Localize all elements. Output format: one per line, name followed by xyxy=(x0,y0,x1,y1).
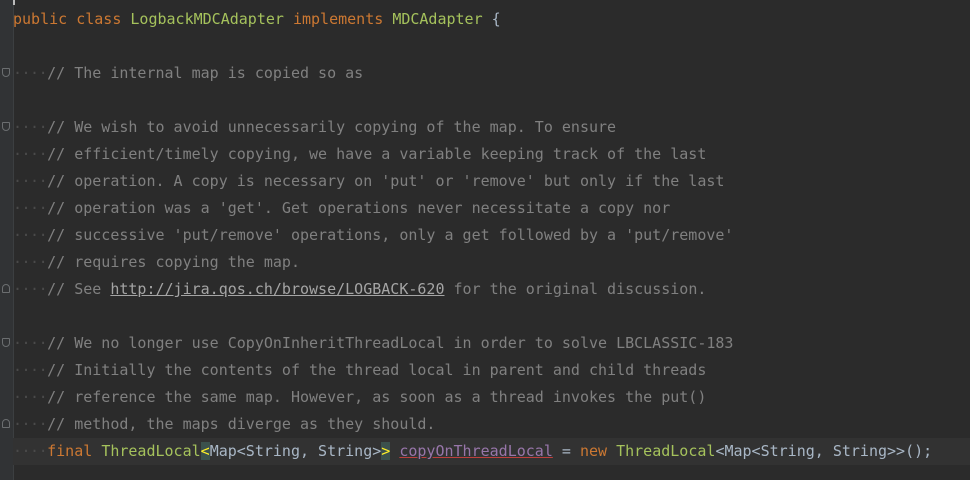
editor-gutter xyxy=(0,0,14,480)
generic-type-args-new: <Map<String, String>> xyxy=(715,442,906,460)
indent-guide: ···· xyxy=(13,442,48,460)
indent-guide: ···· xyxy=(13,226,48,244)
code-line-comment-see[interactable]: ····// See http://jira.qos.ch/browse/LOG… xyxy=(13,276,970,303)
type-threadlocal-new: ThreadLocal xyxy=(616,442,716,460)
fold-marker-icon[interactable] xyxy=(2,419,10,428)
comment-text: // We wish to avoid unnecessarily copyin… xyxy=(47,118,617,136)
code-line-comment[interactable]: ····// reference the same map. However, … xyxy=(13,384,970,411)
statement-tail: (); xyxy=(905,442,933,460)
keyword-final: final xyxy=(47,442,93,460)
indent-guide: ···· xyxy=(13,64,48,82)
code-line-comment[interactable]: ····// We wish to avoid unnecessarily co… xyxy=(13,114,970,141)
code-line-comment[interactable]: ····// efficient/timely copying, we have… xyxy=(13,141,970,168)
comment-text: // efficient/timely copying, we have a v… xyxy=(47,145,707,163)
code-line-comment[interactable]: ····// We no longer use CopyOnInheritThr… xyxy=(13,330,970,357)
code-line-comment[interactable]: ····// operation. A copy is necessary on… xyxy=(13,168,970,195)
keyword-implements: implements xyxy=(292,10,384,28)
keyword-public: public xyxy=(13,10,68,28)
fold-marker-icon[interactable] xyxy=(2,68,10,77)
matched-bracket-close: > xyxy=(381,442,391,460)
comment-url-link[interactable]: http://jira.qos.ch/browse/LOGBACK-620 xyxy=(110,280,444,298)
code-line-field-declaration[interactable]: ····final ThreadLocal<Map<String, String… xyxy=(13,438,970,465)
fold-marker-icon[interactable] xyxy=(2,284,10,293)
code-line-comment[interactable]: ····// operation was a 'get'. Get operat… xyxy=(13,195,970,222)
indent-guide: ···· xyxy=(13,118,48,136)
indent-guide: ···· xyxy=(13,334,48,352)
code-line-comment[interactable]: ····// method, the maps diverge as they … xyxy=(13,411,970,438)
code-line-comment[interactable]: ····// The internal map is copied so as xyxy=(13,60,970,87)
fold-marker-icon[interactable] xyxy=(2,122,10,131)
indent-guide: ···· xyxy=(13,361,48,379)
comment-text: // method, the maps diverge as they shou… xyxy=(47,415,436,433)
text-caret xyxy=(13,0,15,5)
class-name: LogbackMDCAdapter xyxy=(130,10,284,28)
comment-text: // requires copying the map. xyxy=(47,253,300,271)
indent-guide: ···· xyxy=(13,253,48,271)
open-brace: { xyxy=(491,10,501,28)
keyword-class: class xyxy=(76,10,122,28)
indent-guide: ···· xyxy=(13,280,48,298)
comment-text: // operation. A copy is necessary on 'pu… xyxy=(47,172,725,190)
indent-guide: ···· xyxy=(13,199,48,217)
comment-text: // successive 'put/remove' operations, o… xyxy=(47,226,734,244)
indent-guide: ···· xyxy=(13,415,48,433)
type-threadlocal: ThreadLocal xyxy=(101,442,201,460)
comment-text: // Initially the contents of the thread … xyxy=(47,361,707,379)
code-line-class-declaration[interactable]: public class LogbackMDCAdapter implement… xyxy=(13,6,970,33)
comment-text: // operation was a 'get'. Get operations… xyxy=(47,199,671,217)
code-line-comment[interactable]: ····// successive 'put/remove' operation… xyxy=(13,222,970,249)
indent-guide: ···· xyxy=(13,388,48,406)
code-line-comment[interactable]: ····// requires copying the map. xyxy=(13,249,970,276)
indent-guide: ···· xyxy=(13,145,48,163)
matched-bracket-open: < xyxy=(200,442,210,460)
comment-text: // The internal map is copied so as xyxy=(47,64,364,82)
indent-guide: ···· xyxy=(13,172,48,190)
comment-text: // We no longer use CopyOnInheritThreadL… xyxy=(47,334,734,352)
interface-name: MDCAdapter xyxy=(392,10,483,28)
comment-text: // reference the same map. However, as s… xyxy=(47,388,707,406)
comment-text: for the original discussion. xyxy=(444,280,707,298)
assign-operator: = xyxy=(552,442,580,460)
field-name[interactable]: copyOnThreadLocal xyxy=(399,442,553,460)
generic-type-args: Map<String, String> xyxy=(209,442,382,460)
fold-marker-icon[interactable] xyxy=(2,338,10,347)
keyword-new: new xyxy=(579,442,608,460)
code-line-comment[interactable]: ····// Initially the contents of the thr… xyxy=(13,357,970,384)
comment-text: // See xyxy=(47,280,111,298)
code-editor[interactable]: public class LogbackMDCAdapter implement… xyxy=(0,0,970,480)
